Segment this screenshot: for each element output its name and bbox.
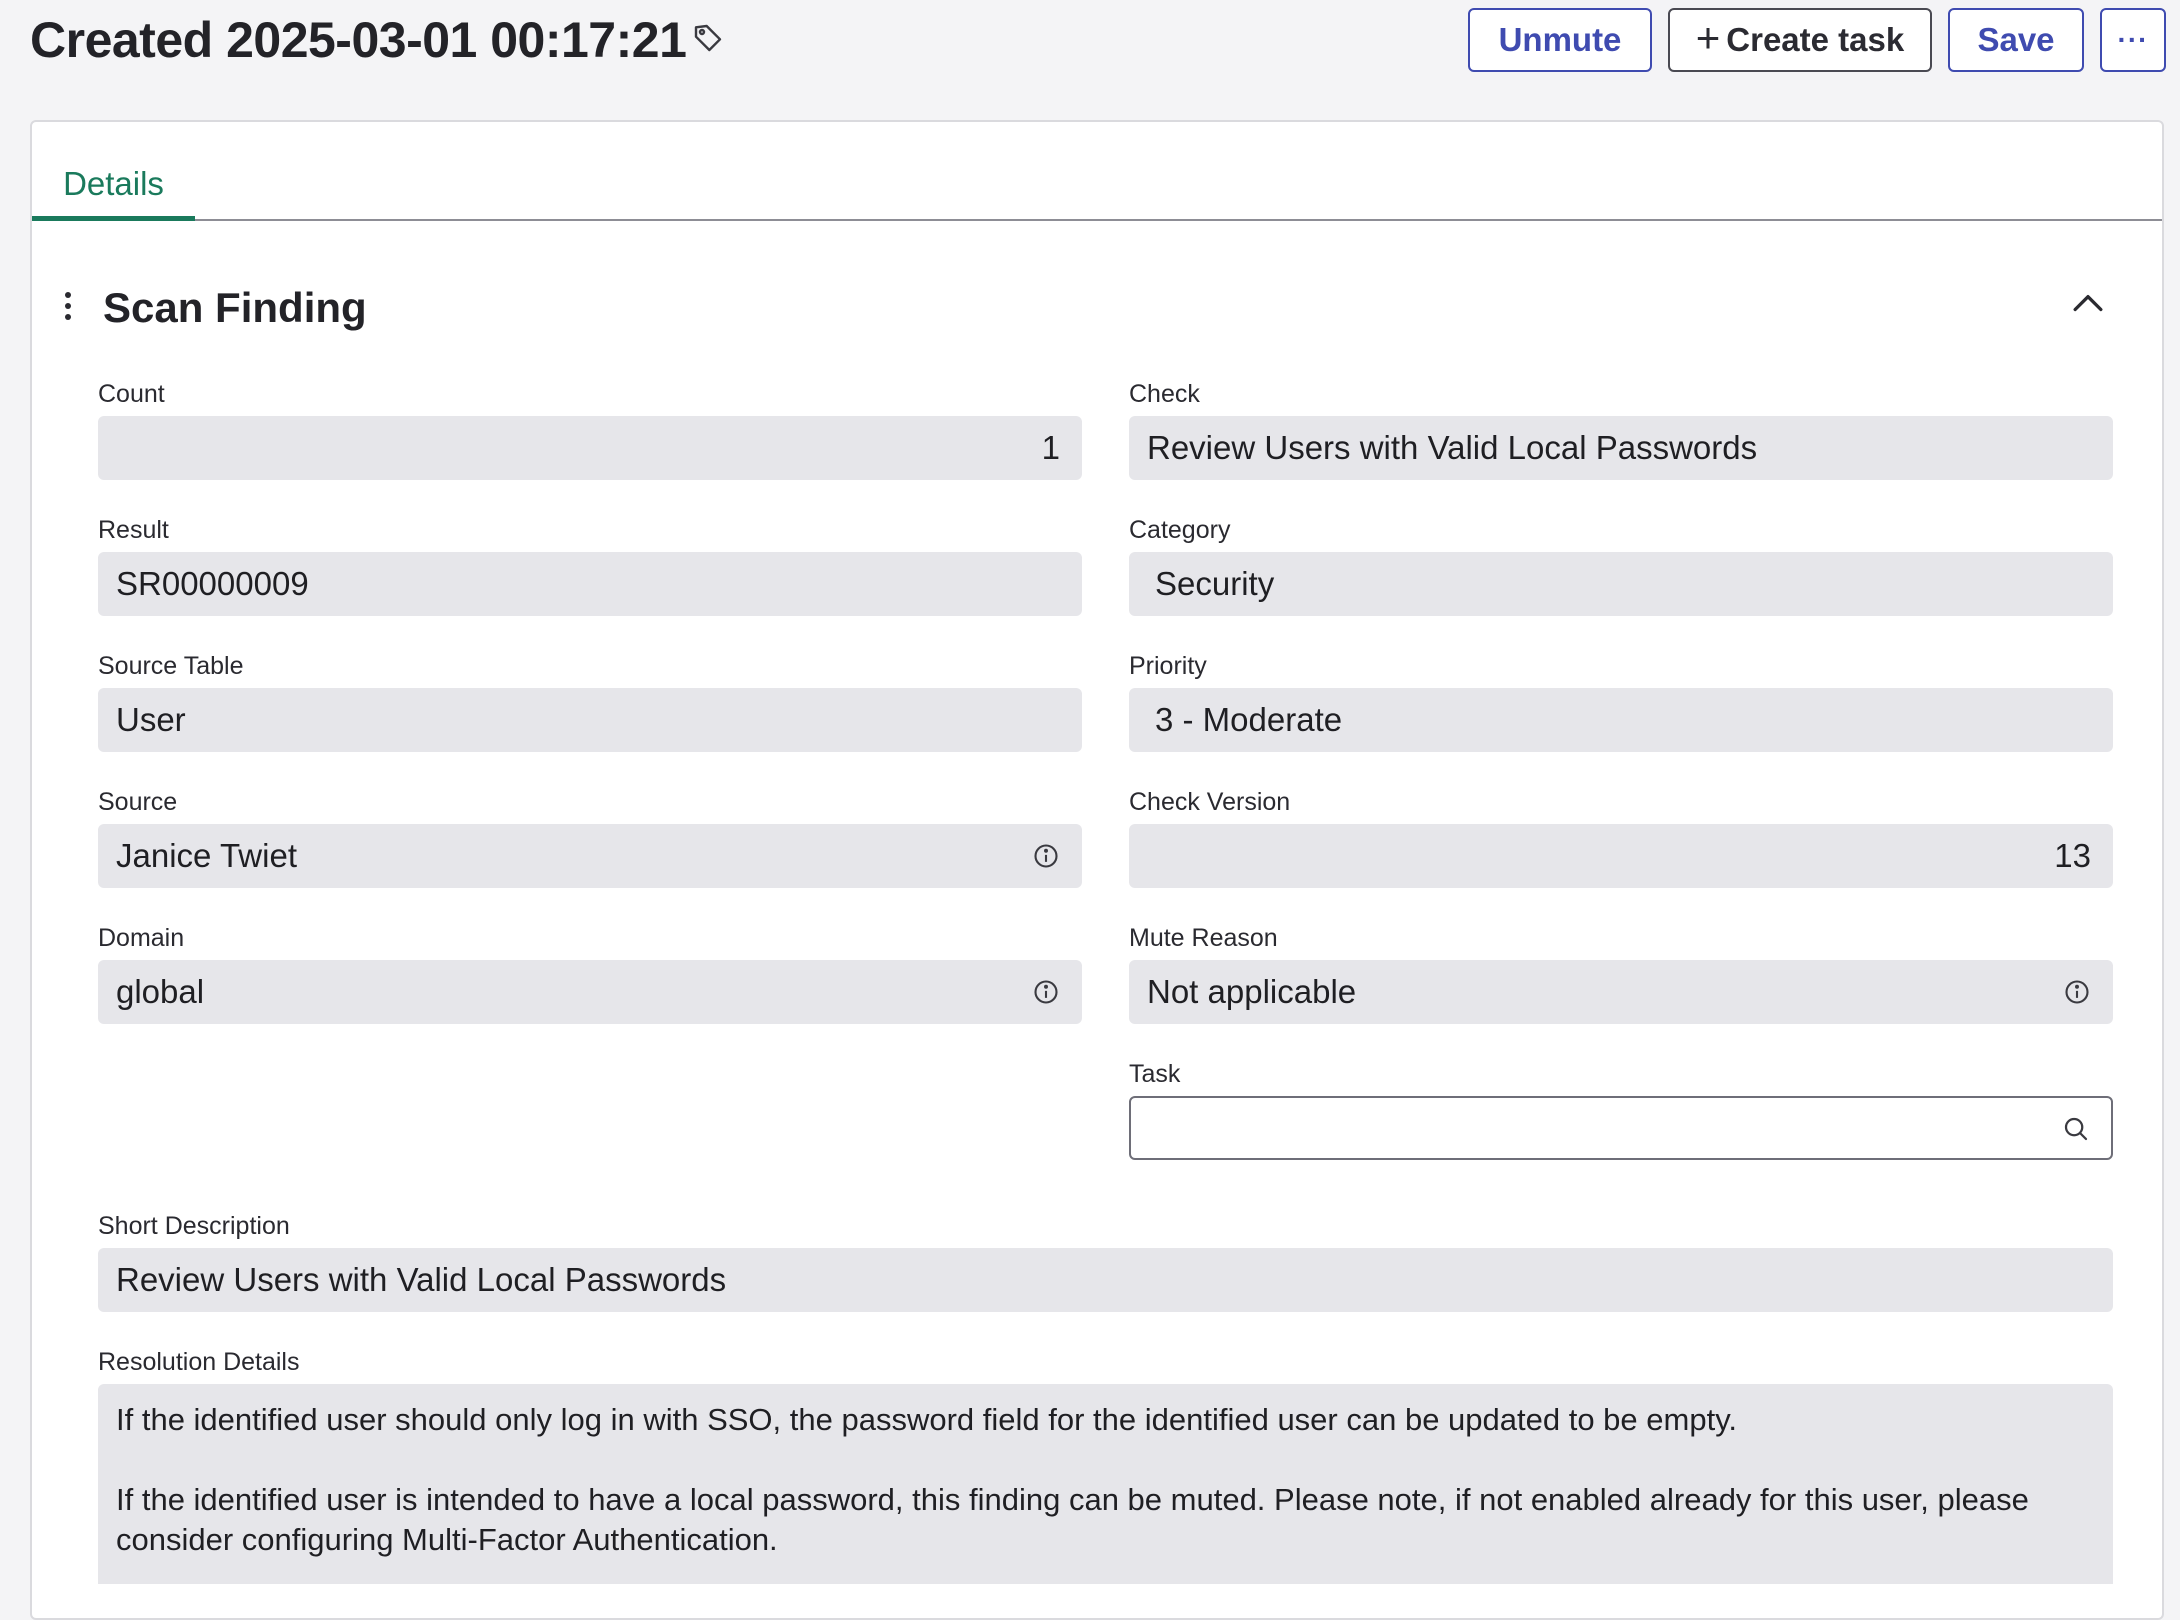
source-table-field[interactable]: User [98,688,1082,752]
task-label: Task [1129,1060,1181,1088]
unmute-button[interactable]: Unmute [1468,8,1652,72]
domain-field[interactable]: global [98,960,1082,1024]
short-description-field[interactable]: Review Users with Valid Local Passwords [98,1248,2113,1312]
check-value: Review Users with Valid Local Passwords [1147,429,1758,466]
mute-reason-value: Not applicable [1147,973,1357,1010]
count-value: 1 [1041,429,1060,466]
drag-handle-icon[interactable] [58,290,78,322]
result-field[interactable]: SR00000009 [98,552,1082,616]
info-icon[interactable] [2063,978,2091,1006]
tag-icon[interactable] [692,22,724,54]
form-card: Details Scan Finding Count 1 Result SR00… [30,120,2164,1620]
category-value: Security [1155,565,1275,602]
resolution-details-label: Resolution Details [98,1348,300,1376]
check-field[interactable]: Review Users with Valid Local Passwords [1129,416,2113,480]
result-value: SR00000009 [116,565,309,602]
check-version-field[interactable]: 13 [1129,824,2113,888]
mute-reason-label: Mute Reason [1129,924,1278,952]
count-label: Count [98,380,165,408]
info-icon[interactable] [1032,978,1060,1006]
source-table-value: User [116,701,186,738]
check-version-value: 13 [2054,837,2091,874]
more-icon: ··· [2117,24,2149,55]
tab-bar: Details [32,122,2162,221]
resolution-details-paragraph: If the identified user is intended to ha… [116,1482,2029,1557]
check-label: Check [1129,380,1200,408]
resolution-details-paragraph: If the identified user should only log i… [116,1402,1738,1437]
mute-reason-field[interactable]: Not applicable [1129,960,2113,1024]
domain-value: global [116,973,205,1010]
source-table-label: Source Table [98,652,244,680]
task-input[interactable] [1129,1096,2113,1160]
create-task-button[interactable]: + Create task [1668,8,1932,72]
source-field[interactable]: Janice Twiet [98,824,1082,888]
tab-details[interactable]: Details [32,162,195,221]
save-button[interactable]: Save [1948,8,2084,72]
count-field[interactable]: 1 [98,416,1082,480]
result-label: Result [98,516,169,544]
page-title: Created 2025-03-01 00:17:21 [30,12,687,68]
chevron-up-icon[interactable] [2066,282,2110,326]
category-label: Category [1129,516,1231,544]
domain-label: Domain [98,924,185,952]
section-title: Scan Finding [103,284,367,331]
create-task-button-label: Create task [1726,21,1905,58]
check-version-label: Check Version [1129,788,1291,816]
priority-value: 3 - Moderate [1155,701,1343,738]
priority-label: Priority [1129,652,1207,680]
priority-select[interactable]: 3 - Moderate [1129,688,2113,752]
info-icon[interactable] [1032,842,1060,870]
source-value: Janice Twiet [116,837,297,874]
search-icon[interactable] [2061,1114,2091,1144]
save-button-label: Save [1977,21,2055,58]
short-description-value: Review Users with Valid Local Passwords [116,1261,727,1298]
resolution-details-textarea[interactable]: If the identified user should only log i… [98,1384,2113,1584]
more-actions-button[interactable]: ··· [2100,8,2166,72]
form-header: Created 2025-03-01 00:17:21 Unmute + Cre… [0,0,2180,82]
plus-icon: + [1695,14,1721,61]
category-select[interactable]: Security [1129,552,2113,616]
unmute-button-label: Unmute [1498,21,1622,58]
source-label: Source [98,788,178,816]
short-description-label: Short Description [98,1212,290,1240]
